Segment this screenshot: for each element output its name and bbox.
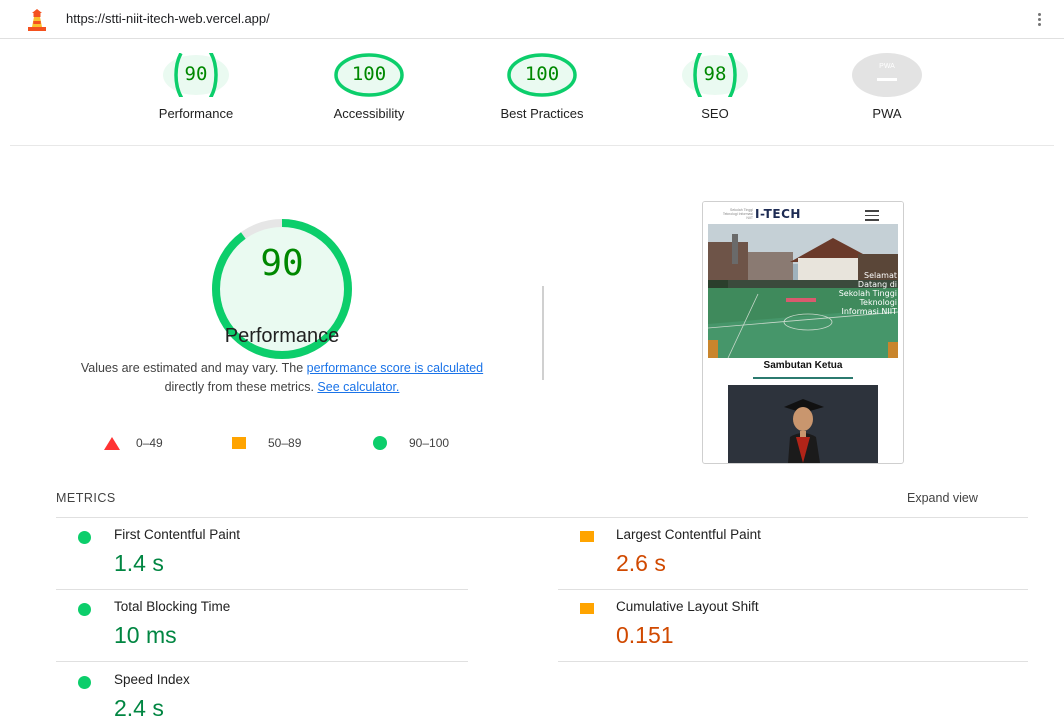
score-value: 90 (184, 63, 208, 85)
gauge-label: Accessibility (333, 106, 405, 121)
score-value: 98 (703, 63, 727, 85)
metric-name: First Contentful Paint (114, 527, 241, 542)
legend-range: 50–89 (268, 436, 302, 450)
summary-gauge-pwa[interactable]: PWA PWA (805, 53, 969, 121)
metric-name: Cumulative Layout Shift (616, 599, 759, 614)
average-square-icon (580, 603, 594, 614)
gauge-label: Best Practices (500, 106, 584, 121)
square-icon (232, 437, 246, 449)
performance-score: 90 (260, 243, 304, 284)
summary-gauge-best-practices[interactable]: 100 Best Practices (460, 53, 624, 121)
final-screenshot[interactable]: Sekolah Tinggi Teknologi Informasi NIIT … (702, 201, 904, 464)
metric-value: 2.4 s (114, 695, 164, 721)
score-value: 100 (524, 63, 560, 85)
score-value: 100 (351, 63, 387, 85)
expand-view-toggle[interactable]: Expand view (907, 491, 978, 505)
legend-range: 0–49 (136, 436, 163, 450)
lighthouse-icon (28, 9, 46, 31)
pass-circle-icon (78, 603, 91, 616)
summary-gauge-accessibility[interactable]: 100 Accessibility (287, 53, 451, 121)
metric-name: Largest Contentful Paint (616, 527, 761, 542)
summary-gauge-seo[interactable]: 98 SEO (633, 53, 797, 121)
legend-pass: 90–100 (373, 436, 449, 450)
metric-name: Speed Index (114, 672, 190, 687)
screenshot-institution-text: Sekolah Tinggi Teknologi Informasi NIIT (722, 208, 753, 220)
pass-circle-icon (78, 531, 91, 544)
description-text: Values are estimated and may vary. The (80, 361, 307, 375)
metric-first-contentful-paint: First Contentful Paint 1.4 s (56, 518, 476, 588)
divider (10, 145, 1054, 146)
pwa-badge-text: PWA (879, 63, 895, 70)
screenshot-hero-text: Selamat Datang di Sekolah Tinggi Teknolo… (838, 271, 897, 316)
divider (558, 661, 1028, 662)
metric-total-blocking-time: Total Blocking Time 10 ms (56, 590, 476, 660)
screenshot-logo: I-TECH (755, 207, 801, 221)
divider (56, 661, 468, 662)
summary-gauge-performance[interactable]: 90 Performance (114, 53, 278, 121)
metric-value: 10 ms (114, 622, 177, 648)
top-bar: https://stti-niit-itech-web.vercel.app/ (0, 0, 1064, 39)
score-calculated-link[interactable]: performance score is calculated (307, 361, 483, 375)
triangle-icon (104, 436, 120, 450)
metrics-heading: METRICS (56, 491, 116, 505)
metric-value: 1.4 s (114, 550, 164, 576)
vertical-divider (542, 286, 544, 380)
description-text: directly from these metrics. (164, 380, 318, 394)
portrait-photo (728, 385, 878, 463)
metric-value: 0.151 (616, 622, 674, 648)
metric-largest-contentful-paint: Largest Contentful Paint 2.6 s (558, 518, 978, 588)
hamburger-icon (865, 210, 879, 224)
screenshot-heading: Sambutan Ketua (763, 360, 843, 371)
performance-description: Values are estimated and may vary. The p… (72, 359, 492, 397)
performance-title: Performance (224, 325, 340, 347)
metric-speed-index: Speed Index 2.4 s (56, 663, 476, 726)
gauge-label: Performance (158, 106, 234, 121)
kebab-menu-icon[interactable] (1032, 11, 1046, 29)
legend-range: 90–100 (409, 436, 450, 450)
see-calculator-link[interactable]: See calculator. (317, 380, 399, 394)
average-square-icon (580, 531, 594, 542)
legend-fail: 0–49 (104, 436, 163, 450)
gauge-label: SEO (701, 106, 729, 121)
circle-icon (373, 436, 387, 450)
pwa-badge-icon (852, 53, 922, 97)
metric-value: 2.6 s (616, 550, 666, 576)
metric-cumulative-layout-shift: Cumulative Layout Shift 0.151 (558, 590, 978, 660)
pass-circle-icon (78, 676, 91, 689)
metric-name: Total Blocking Time (114, 599, 231, 614)
page-url[interactable]: https://stti-niit-itech-web.vercel.app/ (66, 11, 270, 26)
legend-average: 50–89 (232, 436, 301, 450)
screenshot-rule (753, 377, 853, 379)
gauge-label: PWA (872, 106, 902, 121)
